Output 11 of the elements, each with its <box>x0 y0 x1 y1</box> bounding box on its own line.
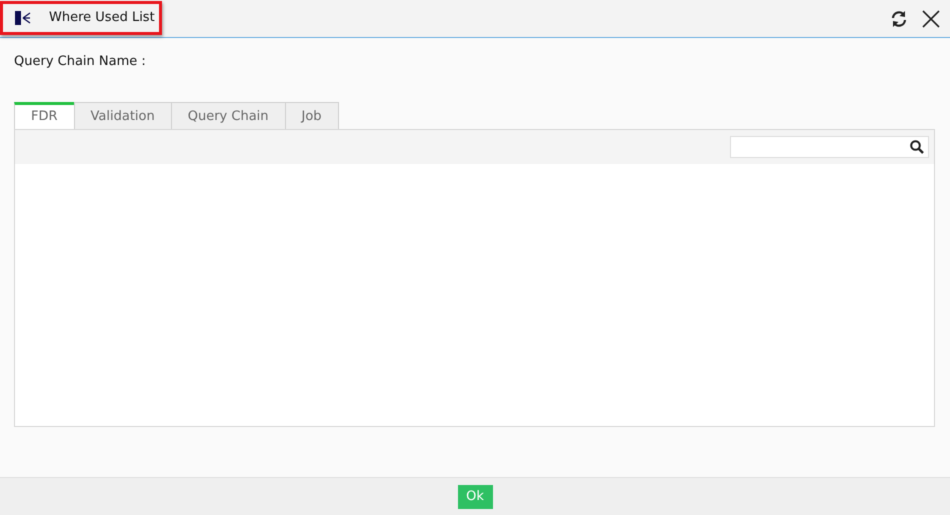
close-icon[interactable] <box>922 10 940 28</box>
tab[interactable]: FDR <box>14 102 75 129</box>
search-icon[interactable] <box>910 140 924 154</box>
tab[interactable]: Job <box>284 102 339 129</box>
tab[interactable]: Validation <box>74 102 172 129</box>
search-field[interactable] <box>730 136 929 158</box>
tab[interactable]: Query Chain <box>170 102 286 129</box>
field-label: Query Chain Name : <box>14 54 147 69</box>
refresh-icon[interactable] <box>890 10 908 28</box>
app-icon <box>15 10 31 26</box>
window-title: Where Used List <box>49 10 155 25</box>
